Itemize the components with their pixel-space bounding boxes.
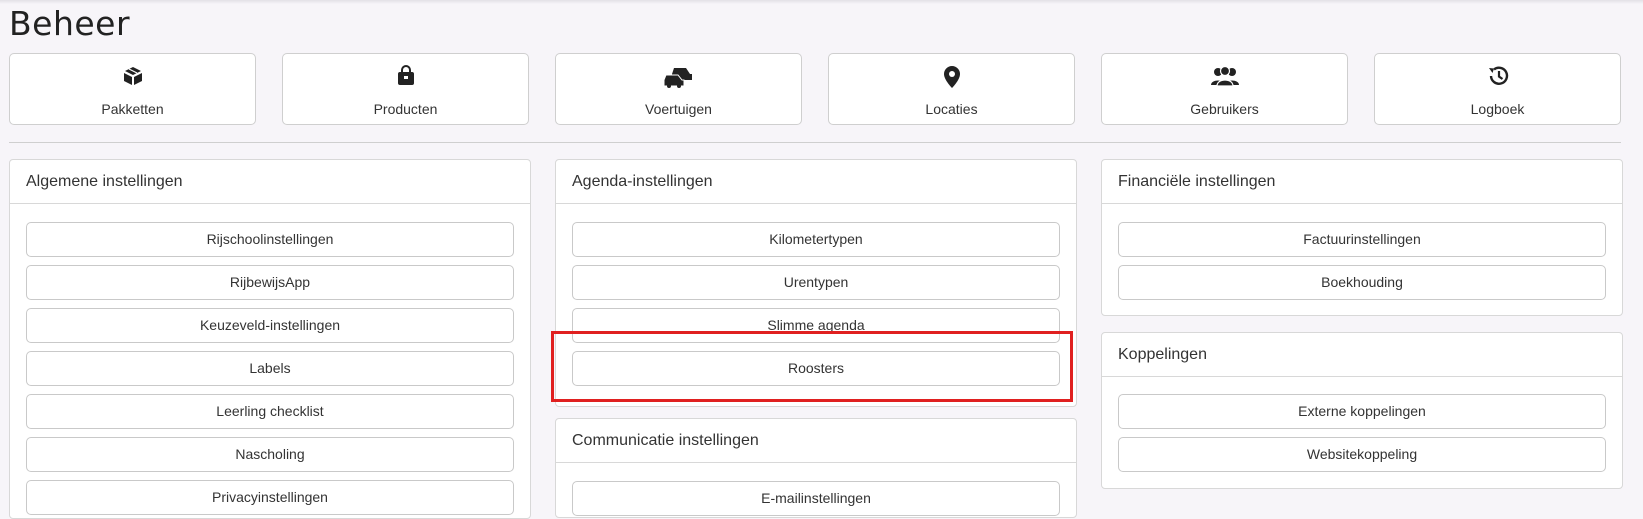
- panel-title: Financiële instellingen: [1102, 160, 1622, 204]
- nav-tile-label: Locaties: [925, 101, 978, 117]
- nav-tile-pakketten[interactable]: Pakketten: [9, 53, 256, 125]
- cars-icon: [663, 68, 692, 88]
- nav-tile-label: Pakketten: [101, 101, 164, 117]
- externe-koppelingen-button[interactable]: Externe koppelingen: [1118, 394, 1606, 429]
- factuurinstellingen-button[interactable]: Factuurinstellingen: [1118, 222, 1606, 257]
- boekhouding-button[interactable]: Boekhouding: [1118, 265, 1606, 300]
- nav-tile-label: Producten: [373, 101, 438, 117]
- panel-koppelingen: Koppelingen Externe koppelingen Websitek…: [1101, 332, 1623, 489]
- panel-communicatie-instellingen: Communicatie instellingen E-mailinstelli…: [555, 418, 1077, 518]
- nav-tile-voertuigen[interactable]: Voertuigen: [555, 53, 802, 125]
- labels-button[interactable]: Labels: [26, 351, 514, 386]
- bag-icon: [397, 65, 414, 85]
- page-title: Beheer: [9, 4, 131, 43]
- panel-algemene-instellingen: Algemene instellingen Rijschoolinstellin…: [9, 159, 531, 519]
- privacyinstellingen-button[interactable]: Privacyinstellingen: [26, 480, 514, 515]
- divider: [9, 142, 1621, 143]
- box-icon: [123, 67, 142, 85]
- panel-title: Communicatie instellingen: [556, 419, 1076, 463]
- kilometertypen-button[interactable]: Kilometertypen: [572, 222, 1060, 257]
- top-shadow: [0, 0, 1643, 4]
- nav-tile-label: Voertuigen: [645, 101, 712, 117]
- nascholing-button[interactable]: Nascholing: [26, 437, 514, 472]
- websitekoppeling-button[interactable]: Websitekoppeling: [1118, 437, 1606, 472]
- nav-tile-gebruikers[interactable]: Gebruikers: [1101, 53, 1348, 125]
- urentypen-button[interactable]: Urentypen: [572, 265, 1060, 300]
- panel-financiele-instellingen: Financiële instellingen Factuurinstellin…: [1101, 159, 1623, 316]
- map-pin-icon: [943, 66, 960, 88]
- panel-title: Agenda-instellingen: [556, 160, 1076, 204]
- leerling-checklist-button[interactable]: Leerling checklist: [26, 394, 514, 429]
- nav-tile-label: Logboek: [1470, 101, 1525, 117]
- panel-title: Koppelingen: [1102, 333, 1622, 377]
- keuzeveld-instellingen-button[interactable]: Keuzeveld-instellingen: [26, 308, 514, 343]
- rijbewijsapp-button[interactable]: RijbewijsApp: [26, 265, 514, 300]
- nav-tile-label: Gebruikers: [1190, 101, 1259, 117]
- nav-tile-producten[interactable]: Producten: [282, 53, 529, 125]
- history-icon: [1488, 66, 1508, 85]
- nav-tile-logboek[interactable]: Logboek: [1374, 53, 1621, 125]
- panel-title: Algemene instellingen: [10, 160, 530, 204]
- users-icon: [1210, 65, 1239, 87]
- nav-tile-locaties[interactable]: Locaties: [828, 53, 1075, 125]
- rijschoolinstellingen-button[interactable]: Rijschoolinstellingen: [26, 222, 514, 257]
- highlight-box: [551, 331, 1073, 402]
